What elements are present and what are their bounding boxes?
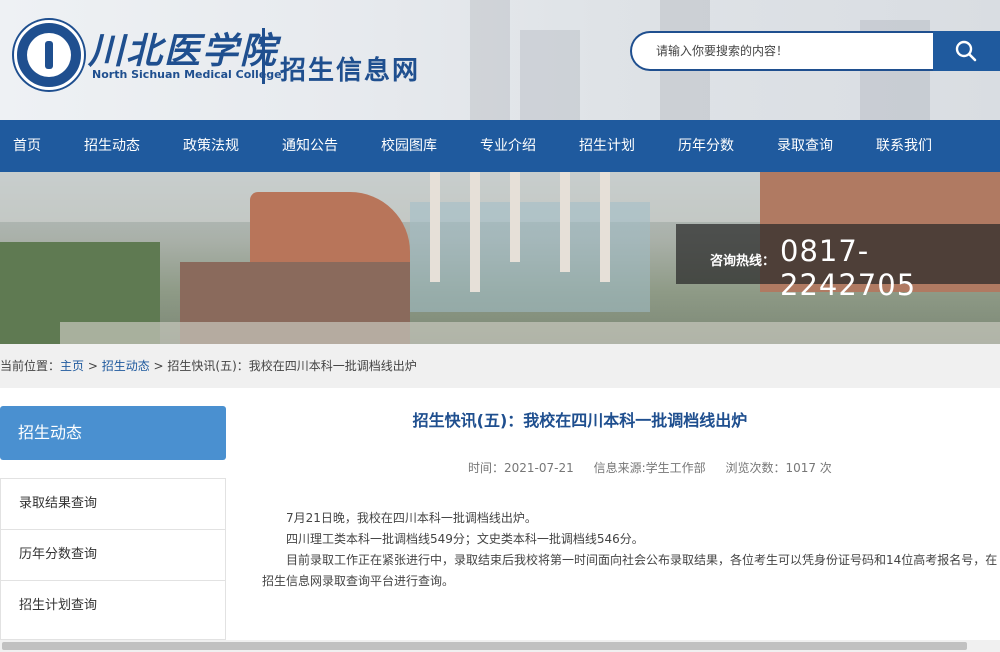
nav-item-plans[interactable]: 招生计划 xyxy=(579,120,635,172)
article-paragraph-continued: 招生信息网录取查询平台进行查询。 xyxy=(262,574,455,588)
header-building-decor xyxy=(470,0,510,120)
breadcrumb-current: 招生快讯(五)：我校在四川本科一批调档线出炉 xyxy=(167,359,417,373)
banner-column xyxy=(560,172,570,272)
article-paragraph: 7月21日晚，我校在四川本科一批调档线出炉。 xyxy=(286,511,537,525)
article-meta: 时间：2021-07-21 信息来源:学生工作部 浏览次数：1017 次 xyxy=(468,459,848,476)
banner-column xyxy=(510,172,520,262)
banner-plaza xyxy=(60,322,1000,344)
sidebar-title: 招生动态 xyxy=(0,406,226,460)
logo-divider xyxy=(262,28,265,84)
article-source: 信息来源:学生工作部 xyxy=(593,461,706,475)
search-bar xyxy=(630,31,1000,73)
sidebar-menu: 录取结果查询 历年分数查询 招生计划查询 xyxy=(0,478,226,640)
nav-item-notices[interactable]: 通知公告 xyxy=(282,120,338,172)
breadcrumb-home-link[interactable]: 主页 xyxy=(60,359,84,373)
site-title: 招生信息网 xyxy=(280,56,421,86)
article-paragraph: 四川理工类本科一批调档线549分；文史类本科一批调档线546分。 xyxy=(286,532,644,546)
article-time: 时间：2021-07-21 xyxy=(468,461,574,475)
header-building-decor xyxy=(520,30,580,120)
search-icon xyxy=(955,40,977,62)
search-button[interactable] xyxy=(933,31,1000,71)
college-name-cn[interactable]: 川北医学院 xyxy=(88,22,278,74)
breadcrumb-section-link[interactable]: 招生动态 xyxy=(102,359,150,373)
article-body: 7月21日晚，我校在四川本科一批调档线出炉。 四川理工类本科一批调档线549分；… xyxy=(262,508,1000,592)
scrollbar-thumb[interactable] xyxy=(2,642,967,650)
article-paragraph: 目前录取工作正在紧张进行中，录取结束后我校将第一时间面向社会公布录取结果，各位考… xyxy=(286,553,998,567)
nav-item-contact[interactable]: 联系我们 xyxy=(876,120,932,172)
nav-item-policies[interactable]: 政策法规 xyxy=(183,120,239,172)
hotline-label: 咨询热线： xyxy=(710,254,776,269)
hotline-box: 咨询热线： 0817-2242705 xyxy=(676,224,1000,302)
banner-column xyxy=(470,172,480,292)
college-name-en: North Sichuan Medical College xyxy=(92,68,282,81)
breadcrumb-separator: > xyxy=(84,359,102,373)
article-title: 招生快讯(五)：我校在四川本科一批调档线出炉 xyxy=(412,411,748,430)
nav-item-majors[interactable]: 专业介绍 xyxy=(480,120,536,172)
banner-fountain-pool xyxy=(410,202,650,312)
horizontal-scrollbar[interactable] xyxy=(0,640,1000,652)
breadcrumb: 当前位置：主页 > 招生动态 > 招生快讯(五)：我校在四川本科一批调档线出炉 xyxy=(0,344,1000,388)
nav-item-past-scores[interactable]: 历年分数 xyxy=(678,120,734,172)
banner-column xyxy=(430,172,440,282)
sidebar-item-enrollment-plan[interactable]: 招生计划查询 xyxy=(1,581,225,631)
nav-item-gallery[interactable]: 校园图库 xyxy=(381,120,437,172)
sidebar-item-past-scores[interactable]: 历年分数查询 xyxy=(1,530,225,581)
breadcrumb-prefix: 当前位置： xyxy=(0,359,61,373)
banner-column xyxy=(600,172,610,282)
college-seal-logo[interactable] xyxy=(14,20,84,90)
nav-item-admission-news[interactable]: 招生动态 xyxy=(84,120,140,172)
hotline-number: 0817-2242705 xyxy=(780,234,917,302)
breadcrumb-separator: > xyxy=(149,359,168,373)
main-nav: 首页 招生动态 政策法规 通知公告 校园图库 专业介绍 招生计划 历年分数 录取… xyxy=(0,120,1000,172)
article-views: 浏览次数：1017 次 xyxy=(725,461,832,475)
nav-item-admission-query[interactable]: 录取查询 xyxy=(777,120,833,172)
sidebar-item-admission-results[interactable]: 录取结果查询 xyxy=(1,479,225,530)
site-header: 川北医学院 North Sichuan Medical College 招生信息… xyxy=(0,0,1000,120)
nav-item-home[interactable]: 首页 xyxy=(13,120,41,172)
search-input[interactable] xyxy=(630,31,933,71)
